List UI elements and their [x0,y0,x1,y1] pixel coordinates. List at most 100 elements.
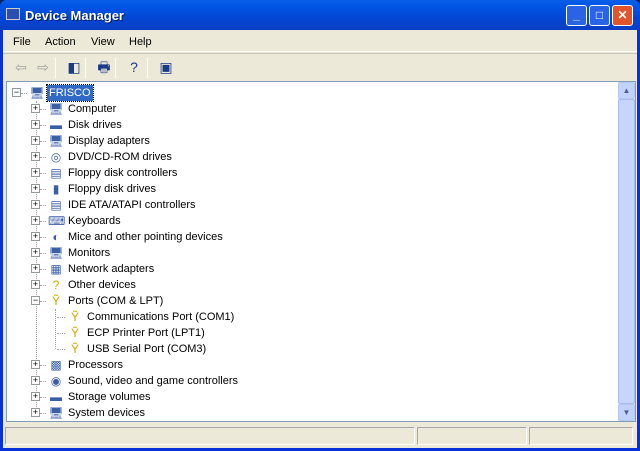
scroll-down-button[interactable]: ▼ [618,404,635,421]
tree-item-label: Display adapters [68,135,150,147]
status-pane-1 [5,427,415,445]
menu-view[interactable]: View [91,36,115,48]
tree-child-item[interactable]: Ỹ USB Serial Port (COM3) [7,341,607,357]
expand-button[interactable]: + [31,184,40,193]
tree-item[interactable]: + ◐ Mice and other pointing devices [7,229,607,245]
tree-item[interactable]: + 🖥 Monitors [7,245,607,261]
tree-item-label: System devices [68,407,146,419]
tree-connector [40,365,46,366]
expand-button[interactable]: + [31,392,40,401]
vertical-scrollbar[interactable]: ▲ ▼ [618,82,635,421]
expand-button[interactable]: + [31,248,40,257]
show-hide-console-tree-icon[interactable]: ◧ [64,58,84,76]
expand-button[interactable]: + [31,152,40,161]
menu-action[interactable]: Action [45,36,76,48]
menu-help[interactable]: Help [129,36,152,48]
keyboard-icon: ⌨ [48,214,66,228]
tree-connector [40,189,46,190]
tree-item[interactable]: + ▬ Storage volumes [7,389,607,405]
display-adapter-icon: 🖥 [48,134,64,148]
collapse-button[interactable]: − [12,88,21,97]
tree-child-item[interactable]: Ỹ Communications Port (COM1) [7,309,607,325]
port-icon: Ỹ [51,294,60,308]
expand-button[interactable]: + [31,216,40,225]
expand-button[interactable]: + [31,360,40,369]
tree-connector [57,317,65,318]
ide-controller-icon: ▤ [50,198,62,212]
expand-button[interactable]: + [31,136,40,145]
tree-item[interactable]: + ◎ DVD/CD-ROM drives [7,149,607,165]
tree-connector [40,125,46,126]
tree-item[interactable]: + ▤ IDE ATA/ATAPI controllers [7,197,607,213]
tree-item-label: Computer [68,103,117,115]
tree-item-label: Ports (COM & LPT) [68,295,164,307]
back-icon[interactable]: ⇦ [11,58,31,76]
tree-connector [57,349,65,350]
forward-icon[interactable]: ⇨ [33,58,53,76]
device-tree[interactable]: ▲ ▼ − 🖥 FRISCO + 🖥 Computer + ▬ Disk drives + 🖥 Dis… [6,81,636,422]
tree-connector [40,413,46,414]
tree-connector [40,221,46,222]
collapse-button[interactable]: − [31,296,40,305]
tree-item[interactable]: + ⌨ Keyboards [7,213,607,229]
tree-item[interactable]: + ◉ Sound, video and game controllers [7,373,607,389]
computer-icon: 🖥 [29,86,45,100]
disk-drive-icon: ▬ [50,118,62,132]
update-driver-icon[interactable]: ▣ [156,58,176,76]
tree-item-label: USB Serial Port (COM3) [87,343,207,355]
tree-item-label: IDE ATA/ATAPI controllers [68,199,196,211]
system-device-icon: 🖥 [48,406,64,420]
tree-connector [40,253,46,254]
tree-item[interactable]: + ▦ Network adapters [7,261,607,277]
title-bar[interactable]: Device Manager _ □ ✕ [0,0,640,30]
help-icon[interactable]: ? [124,58,144,76]
tree-item-label: Storage volumes [68,391,151,403]
floppy-controller-icon: ▤ [50,166,62,180]
tree-connector [40,269,46,270]
tree-connector [40,301,46,302]
scroll-thumb[interactable] [618,99,635,404]
computer-icon: 🖥 [48,102,64,116]
tree-item[interactable]: + ▤ Floppy disk controllers [7,165,607,181]
tree-item[interactable]: + ▩ Processors [7,357,607,373]
menu-file[interactable]: File [13,36,31,48]
mouse-icon: ◐ [52,230,60,244]
tree-connector [21,93,27,94]
expand-button[interactable]: + [31,120,40,129]
tree-item-label: Communications Port (COM1) [87,311,235,323]
tree-item[interactable]: + 🖥 System devices [7,405,607,421]
tree-child-item[interactable]: Ỹ ECP Printer Port (LPT1) [7,325,607,341]
expand-button[interactable]: + [31,104,40,113]
tree-root-frisco[interactable]: − 🖥 FRISCO [7,84,607,102]
expand-button[interactable]: + [31,408,40,417]
toolbar-separator [85,58,86,78]
tree-connector [40,141,46,142]
tree-item[interactable]: + 🖥 Computer [7,101,607,117]
expand-button[interactable]: + [31,264,40,273]
tree-item[interactable]: + ▮ Floppy disk drives [7,181,607,197]
tree-item[interactable]: +? Other devices [7,277,607,293]
tree-item[interactable]: − Ỹ Ports (COM & LPT) [7,293,607,309]
floppy-drive-icon: ▮ [52,182,60,196]
tree-item-label: Processors [68,359,124,371]
tree-connector [57,333,65,334]
toolbar-separator [147,58,148,78]
scroll-up-button[interactable]: ▲ [618,82,635,99]
expand-button[interactable]: + [31,280,40,289]
expand-button[interactable]: + [31,232,40,241]
print-icon[interactable]: 🖶 [94,58,114,76]
expand-button[interactable]: + [31,168,40,177]
expand-button[interactable]: + [31,200,40,209]
maximize-button[interactable]: □ [589,5,610,26]
expand-button[interactable]: + [31,376,40,385]
toolbar-separator [115,58,116,78]
toolbar: ⇦ ⇨ ◧ 🖶? ▣ [3,53,637,80]
minimize-button[interactable]: _ [566,5,587,26]
tree-item[interactable]: + ▬ Disk drives [7,117,607,133]
tree-item-label: Disk drives [68,119,122,131]
network-adapter-icon: ▦ [50,262,62,276]
close-button[interactable]: ✕ [612,5,633,26]
tree-item[interactable]: + 🖥 Display adapters [7,133,607,149]
device-manager-icon [6,8,20,20]
status-pane-3 [529,427,633,445]
